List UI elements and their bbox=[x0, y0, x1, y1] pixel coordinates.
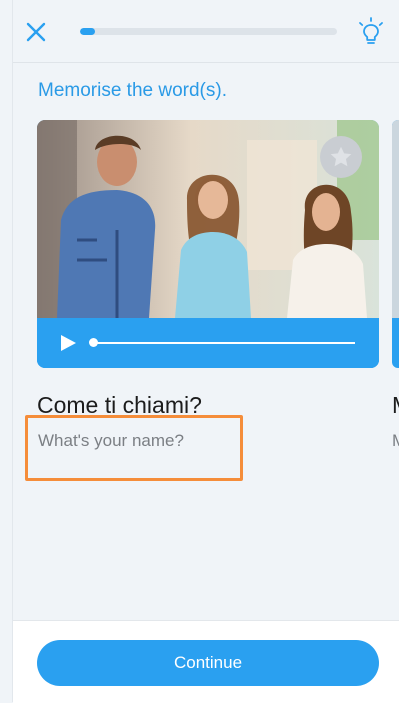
lesson-progress-fill bbox=[80, 28, 96, 35]
frame-edge bbox=[12, 0, 13, 702]
next-translation-peek: M bbox=[392, 431, 399, 451]
lightbulb-icon bbox=[359, 17, 383, 44]
star-icon bbox=[330, 146, 352, 167]
instruction-text: Memorise the word(s). bbox=[38, 80, 227, 101]
next-flashcard-photo-peek bbox=[392, 120, 399, 318]
phrase-translation: What's your name? bbox=[38, 431, 184, 450]
favorite-button[interactable] bbox=[320, 136, 362, 178]
continue-button[interactable]: Continue bbox=[37, 640, 379, 686]
play-icon[interactable] bbox=[58, 333, 78, 353]
audio-scrub-track[interactable] bbox=[93, 342, 355, 344]
close-button[interactable] bbox=[22, 18, 50, 46]
audio-player bbox=[37, 318, 379, 368]
lesson-progress-bar bbox=[80, 28, 337, 35]
hint-button[interactable] bbox=[355, 16, 387, 48]
audio-scrub-knob[interactable] bbox=[89, 338, 98, 347]
close-icon bbox=[26, 22, 46, 42]
next-phrase-peek: M bbox=[392, 392, 399, 419]
